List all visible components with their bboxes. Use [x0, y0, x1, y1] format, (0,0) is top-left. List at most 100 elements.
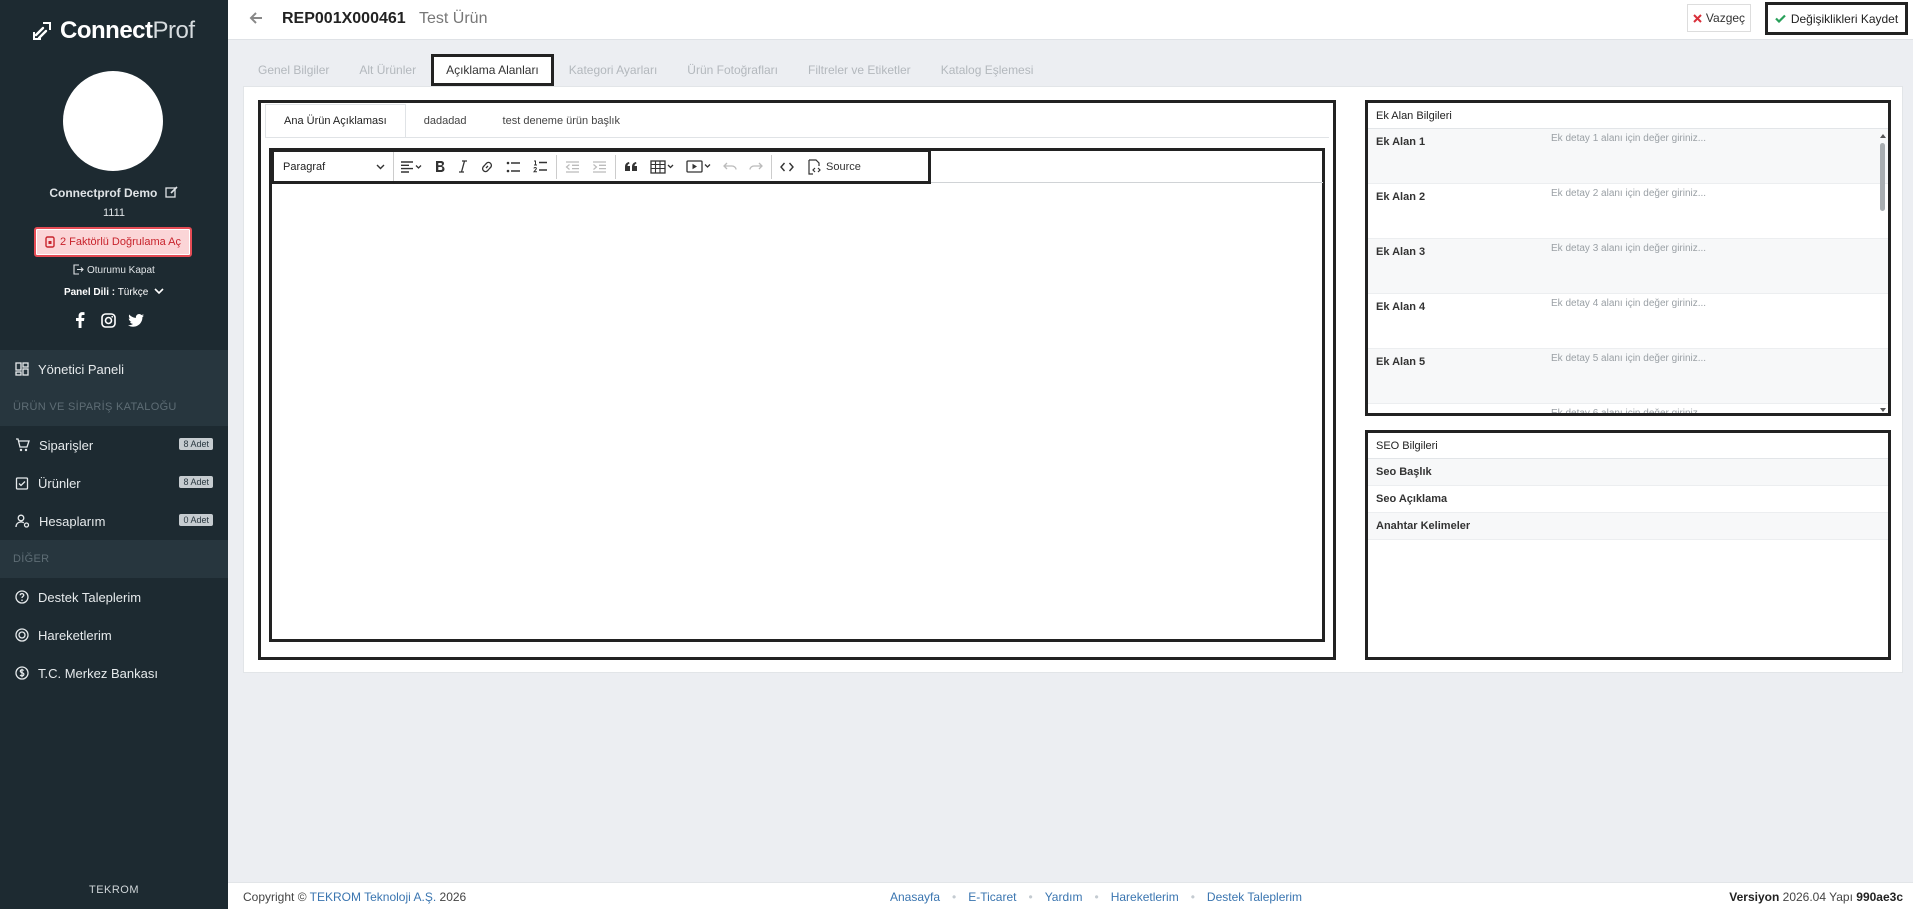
instagram-icon[interactable]	[100, 312, 116, 328]
logout-link[interactable]: Oturumu Kapat	[0, 264, 228, 276]
extra-field-input[interactable]: Ek detay 6 alanı için değer giriniz...	[1551, 404, 1888, 413]
numbered-list-button[interactable]	[527, 152, 554, 181]
bold-button[interactable]	[428, 152, 452, 181]
sidebar-item-dashboard[interactable]: Yönetici Paneli	[0, 350, 228, 388]
extra-field-input[interactable]: Ek detay 5 alanı için değer giriniz...	[1551, 349, 1888, 403]
extra-field-input[interactable]: Ek detay 2 alanı için değer giriniz...	[1551, 184, 1888, 238]
twofa-enable-button[interactable]: 2 Faktörlü Doğrulama Aç	[34, 227, 192, 257]
outdent-button[interactable]	[559, 152, 586, 181]
tab-filters-tags[interactable]: Filtreler ve Etiketler	[793, 54, 926, 86]
sub-tab-test-title[interactable]: test deneme ürün başlık	[485, 104, 638, 137]
panel-language-select[interactable]: Panel Dili : Türkçe	[0, 287, 228, 298]
extra-field-row: Ek Alan 3 Ek detay 3 alanı için değer gi…	[1368, 239, 1888, 294]
seo-description-field[interactable]: Seo Açıklama	[1368, 486, 1888, 513]
footer-dot: •	[1028, 890, 1033, 904]
sub-tab-dadadad[interactable]: dadadad	[406, 104, 485, 137]
tab-product-photos[interactable]: Ürün Fotoğrafları	[672, 54, 793, 86]
sidebar-item-movements[interactable]: Hareketlerim	[0, 616, 228, 654]
code-icon	[780, 162, 794, 171]
extra-field-row: Ek Alan 4 Ek detay 4 alanı için değer gi…	[1368, 294, 1888, 349]
toolbar-separator	[771, 154, 772, 179]
insert-media-button[interactable]	[680, 152, 717, 181]
italic-button[interactable]	[452, 152, 474, 181]
company-link[interactable]: TEKROM Teknoloji A.Ş.	[310, 890, 437, 904]
undo-button[interactable]	[717, 152, 743, 181]
back-arrow-icon[interactable]	[248, 10, 264, 26]
bulleted-list-icon	[506, 161, 520, 172]
cancel-button[interactable]: Vazgeç	[1687, 4, 1751, 32]
html-embed-button[interactable]	[774, 152, 800, 181]
sidebar-item-label: T.C. Merkez Bankası	[38, 665, 158, 681]
extra-field-label: Ek Alan 4	[1376, 301, 1426, 313]
editor-toolbar: Paragraf Source	[271, 149, 931, 184]
bulleted-list-button[interactable]	[500, 152, 527, 181]
sidebar-item-orders[interactable]: Siparişler 8 Adet	[0, 426, 228, 464]
italic-icon	[459, 160, 467, 173]
sidebar-item-support[interactable]: Destek Taleplerim	[0, 578, 228, 616]
sidebar-item-products[interactable]: Ürünler 8 Adet	[0, 464, 228, 502]
help-circle-icon	[15, 590, 29, 604]
sidebar-item-central-bank[interactable]: T.C. Merkez Bankası	[0, 654, 228, 692]
scrollbar-thumb[interactable]	[1880, 143, 1885, 211]
chevron-down-icon	[376, 164, 385, 169]
indent-button[interactable]	[586, 152, 613, 181]
block-quote-button[interactable]	[618, 152, 644, 181]
user-name-text: Connectprof Demo	[49, 186, 158, 200]
extra-field-input[interactable]: Ek detay 4 alanı için değer giriniz...	[1551, 294, 1888, 348]
tab-general-info[interactable]: Genel Bilgiler	[243, 54, 344, 86]
tab-catalog-mapping[interactable]: Katalog Eşlemesi	[926, 54, 1049, 86]
extra-field-input[interactable]: Ek detay 3 alanı için değer giriniz...	[1551, 239, 1888, 293]
sub-tab-main-description[interactable]: Ana Ürün Açıklaması	[265, 104, 406, 137]
align-button[interactable]	[394, 152, 428, 181]
seo-title-field[interactable]: Seo Başlık	[1368, 459, 1888, 486]
extra-field-label: Ek Alan 3	[1376, 246, 1426, 258]
extra-fields-panel: Ek Alan Bilgileri Ek Alan 1 Ek detay 1 a…	[1365, 100, 1891, 416]
copyright: Copyright © TEKROM Teknoloji A.Ş. 2026	[243, 890, 466, 904]
footer-link-ecommerce[interactable]: E-Ticaret	[968, 890, 1016, 904]
quote-icon	[625, 162, 637, 171]
sidebar-item-label: Siparişler	[39, 437, 94, 453]
save-changes-button[interactable]: Değişiklikleri Kaydet	[1765, 2, 1908, 35]
extra-field-label: Ek Alan 1	[1376, 136, 1426, 148]
extra-fields-title: Ek Alan Bilgileri	[1368, 103, 1888, 129]
edit-profile-icon[interactable]	[165, 185, 179, 199]
copyright-prefix: Copyright ©	[243, 890, 307, 904]
rich-text-editor[interactable]	[269, 148, 1325, 642]
sidebar: ConnectProf Connectprof Demo 1111 2 Fakt…	[0, 0, 228, 909]
extra-field-input[interactable]: Ek detay 1 alanı için değer giriniz...	[1551, 129, 1888, 183]
sidebar-item-label: Yönetici Paneli	[38, 361, 124, 377]
footer-link-home[interactable]: Anasayfa	[890, 890, 940, 904]
footer-link-support[interactable]: Destek Taleplerim	[1207, 890, 1302, 904]
avatar[interactable]	[63, 71, 163, 171]
link-button[interactable]	[474, 152, 500, 181]
activity-circle-icon	[15, 628, 29, 642]
footer-link-movements[interactable]: Hareketlerim	[1111, 890, 1179, 904]
social-links	[72, 312, 144, 328]
insert-table-button[interactable]	[644, 152, 680, 181]
media-icon	[686, 160, 711, 173]
redo-button[interactable]	[743, 152, 769, 181]
tab-description-fields[interactable]: Açıklama Alanları	[431, 54, 554, 86]
facebook-icon[interactable]	[72, 312, 88, 328]
currency-exchange-icon	[15, 666, 29, 680]
sidebar-item-label: Hareketlerim	[38, 627, 112, 643]
tab-category-settings[interactable]: Kategori Ayarları	[554, 54, 673, 86]
tab-sub-products[interactable]: Alt Ürünler	[344, 54, 431, 86]
description-sub-tabs: Ana Ürün Açıklaması dadadad test deneme …	[265, 104, 638, 137]
seo-keywords-field[interactable]: Anahtar Kelimeler	[1368, 513, 1888, 540]
toolbar-separator	[615, 154, 616, 179]
paragraph-format-select[interactable]: Paragraf	[274, 152, 394, 181]
sidebar-item-accounts[interactable]: Hesaplarım 0 Adet	[0, 502, 228, 540]
brand-logo[interactable]: ConnectProf	[30, 16, 195, 46]
bold-icon	[436, 161, 445, 172]
source-button[interactable]: Source	[800, 152, 867, 181]
footer-dot: •	[952, 890, 957, 904]
extra-field-label: Ek Alan 2	[1376, 191, 1426, 203]
accounts-count-badge: 0 Adet	[179, 514, 213, 526]
footer-link-help[interactable]: Yardım	[1045, 890, 1083, 904]
version-info: Versiyon 2026.04 Yapı 990ae3c	[1729, 890, 1903, 904]
twitter-icon[interactable]	[128, 312, 144, 328]
footer-dot: •	[1094, 890, 1099, 904]
table-icon	[650, 159, 674, 174]
logout-icon	[73, 264, 84, 275]
